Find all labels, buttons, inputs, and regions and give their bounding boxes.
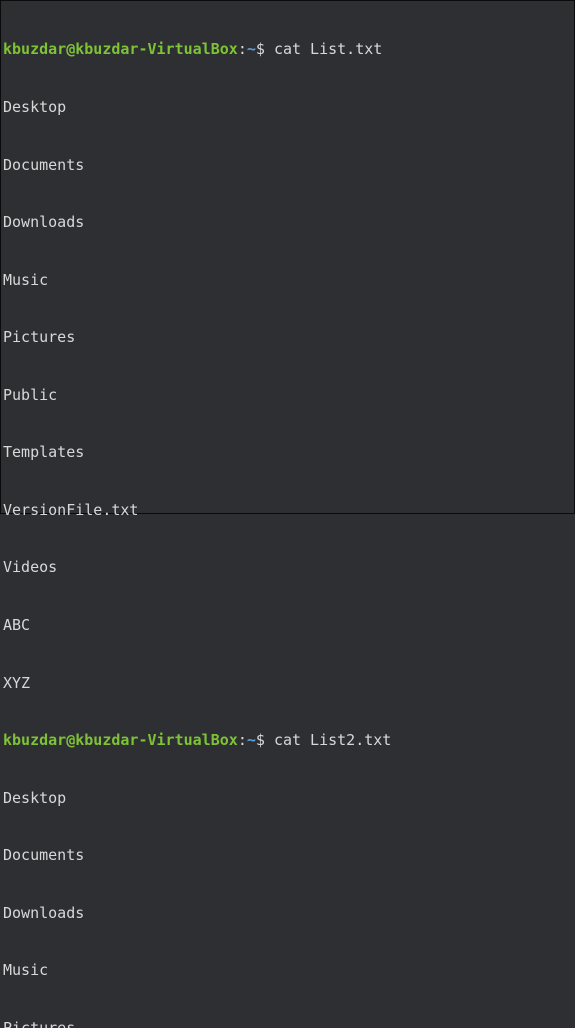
prompt-line: kbuzdar@kbuzdar-VirtualBox:~$ cat List2.… bbox=[3, 731, 572, 750]
prompt-dollar: $ bbox=[256, 731, 265, 749]
prompt-user-host: kbuzdar@kbuzdar-VirtualBox bbox=[3, 731, 238, 749]
output-line: Downloads bbox=[3, 904, 572, 923]
output-line: Desktop bbox=[3, 98, 572, 117]
prompt-line: kbuzdar@kbuzdar-VirtualBox:~$ cat List.t… bbox=[3, 40, 572, 59]
output-line: ABC bbox=[3, 616, 572, 635]
prompt-dollar: $ bbox=[256, 40, 265, 58]
command-text: cat List.txt bbox=[274, 40, 382, 58]
output-line: Documents bbox=[3, 156, 572, 175]
prompt-space bbox=[265, 40, 274, 58]
prompt-colon: : bbox=[238, 731, 247, 749]
output-line: Downloads bbox=[3, 213, 572, 232]
prompt-user-host: kbuzdar@kbuzdar-VirtualBox bbox=[3, 40, 238, 58]
output-line: Public bbox=[3, 386, 572, 405]
terminal[interactable]: kbuzdar@kbuzdar-VirtualBox:~$ cat List.t… bbox=[3, 2, 572, 1028]
command-text: cat List2.txt bbox=[274, 731, 391, 749]
output-line: Pictures bbox=[3, 1019, 572, 1028]
output-line: Music bbox=[3, 961, 572, 980]
prompt-path: ~ bbox=[247, 731, 256, 749]
output-line: XYZ bbox=[3, 674, 572, 693]
output-line: Videos bbox=[3, 558, 572, 577]
output-line: Pictures bbox=[3, 328, 572, 347]
output-line: Music bbox=[3, 271, 572, 290]
output-line: Desktop bbox=[3, 789, 572, 808]
prompt-path: ~ bbox=[247, 40, 256, 58]
output-line: Templates bbox=[3, 443, 572, 462]
output-line: VersionFile.txt bbox=[3, 501, 572, 520]
prompt-space bbox=[265, 731, 274, 749]
output-line: Documents bbox=[3, 846, 572, 865]
prompt-colon: : bbox=[238, 40, 247, 58]
